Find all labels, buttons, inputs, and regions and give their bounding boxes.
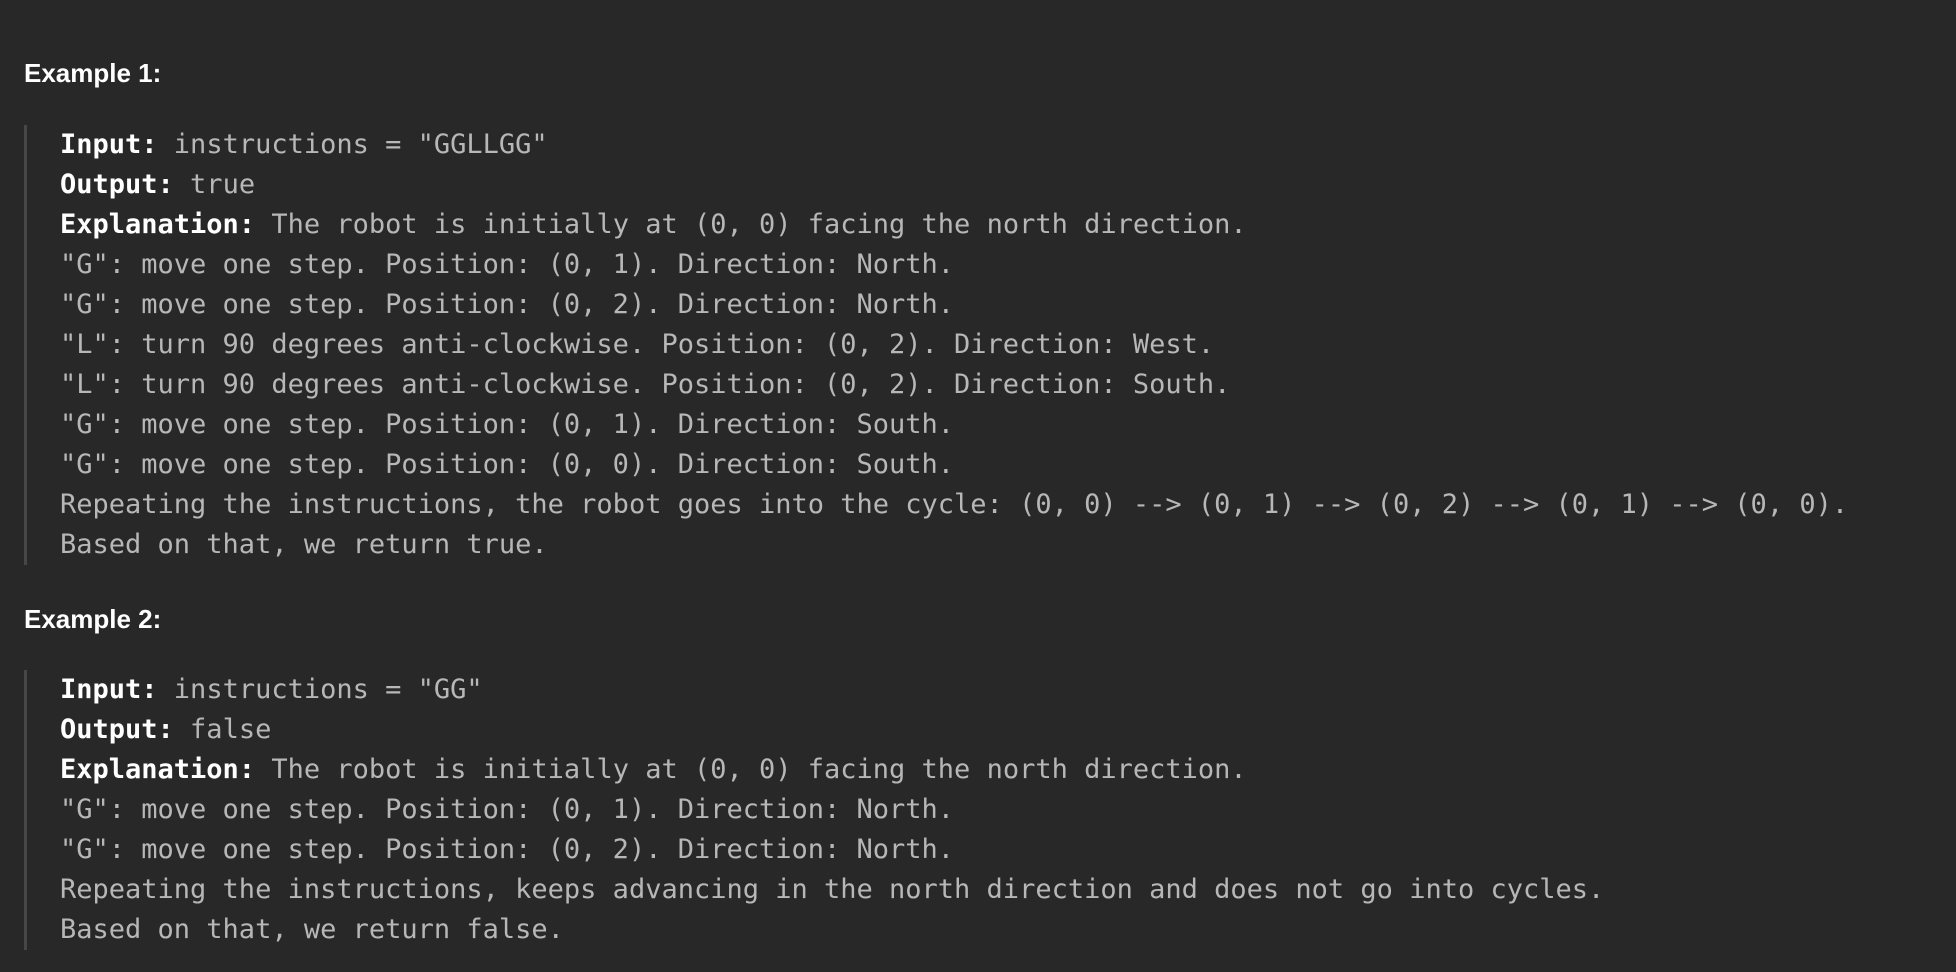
explanation-step-line: "G": move one step. Position: (0, 2). Di… bbox=[60, 289, 955, 320]
example-2-block: Input: instructions = "GG" Output: false… bbox=[24, 670, 1924, 950]
example-2-output-line: Output: false bbox=[60, 710, 1924, 750]
explanation-label: Explanation: bbox=[60, 209, 256, 240]
explanation-value: The robot is initially at (0, 0) facing … bbox=[255, 209, 1247, 240]
input-label: Input: bbox=[60, 674, 158, 705]
output-value: true bbox=[173, 169, 256, 200]
explanation-step-line: "G": move one step. Position: (0, 1). Di… bbox=[60, 409, 955, 440]
input-value: instructions = "GGLLGG" bbox=[157, 129, 548, 160]
explanation-step-line: "L": turn 90 degrees anti-clockwise. Pos… bbox=[60, 369, 1231, 400]
output-label: Output: bbox=[60, 714, 174, 745]
example-2-heading: Example 2: bbox=[24, 604, 162, 634]
example-1-heading: Example 1: bbox=[24, 58, 162, 88]
example-2-explanation-line: Explanation: The robot is initially at (… bbox=[60, 750, 1924, 790]
example-2-input-line: Input: instructions = "GG" bbox=[60, 670, 1924, 710]
explanation-step-line: "G": move one step. Position: (0, 1). Di… bbox=[60, 794, 955, 825]
explanation-label: Explanation: bbox=[60, 754, 256, 785]
explanation-value: The robot is initially at (0, 0) facing … bbox=[255, 754, 1247, 785]
output-value: false bbox=[173, 714, 272, 745]
explanation-step-line: "G": move one step. Position: (0, 1). Di… bbox=[60, 249, 955, 280]
explanation-step-line: Repeating the instructions, keeps advanc… bbox=[60, 874, 1605, 905]
explanation-step-line: Based on that, we return false. bbox=[60, 914, 564, 945]
explanation-step-line: Repeating the instructions, the robot go… bbox=[60, 489, 1849, 520]
explanation-step-line: Based on that, we return true. bbox=[60, 529, 548, 560]
explanation-step-line: "L": turn 90 degrees anti-clockwise. Pos… bbox=[60, 329, 1215, 360]
explanation-step-line: "G": move one step. Position: (0, 0). Di… bbox=[60, 449, 955, 480]
input-label: Input: bbox=[60, 129, 158, 160]
example-1-explanation-line: Explanation: The robot is initially at (… bbox=[60, 205, 1924, 245]
output-label: Output: bbox=[60, 169, 174, 200]
input-value: instructions = "GG" bbox=[157, 674, 483, 705]
example-1-block: Input: instructions = "GGLLGG" Output: t… bbox=[24, 125, 1924, 565]
example-1-output-line: Output: true bbox=[60, 165, 1924, 205]
explanation-step-line: "G": move one step. Position: (0, 2). Di… bbox=[60, 834, 955, 865]
example-1-input-line: Input: instructions = "GGLLGG" bbox=[60, 125, 1924, 165]
